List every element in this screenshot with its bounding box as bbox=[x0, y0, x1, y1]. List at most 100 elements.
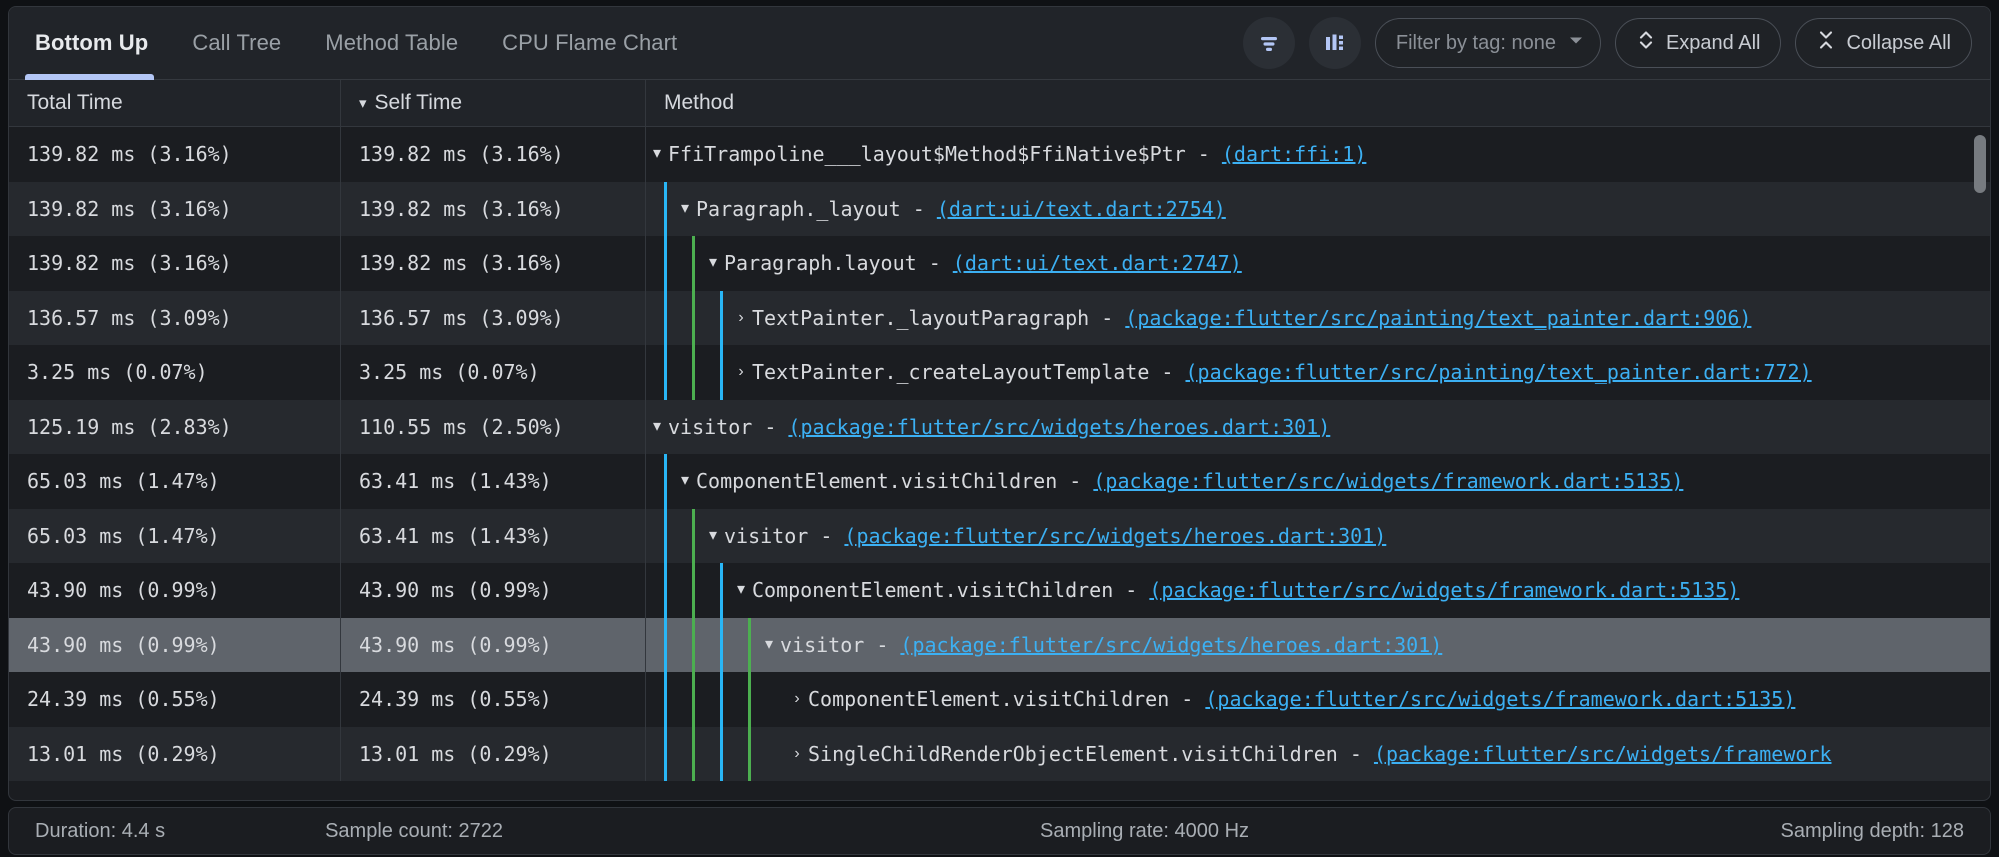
indent-guide-blue bbox=[702, 291, 730, 346]
cell-method: ▾visitor - (package:flutter/src/widgets/… bbox=[646, 400, 1990, 455]
chevron-down-icon[interactable]: ▾ bbox=[646, 419, 668, 435]
chevron-down-icon[interactable]: ▾ bbox=[730, 582, 752, 598]
source-location-link[interactable]: (dart:ui/text.dart:2754) bbox=[937, 197, 1226, 221]
table-row[interactable]: 43.90 ms (0.99%)43.90 ms (0.99%)▾visitor… bbox=[9, 618, 1990, 673]
chart-toggle-button[interactable] bbox=[1309, 17, 1361, 69]
table-row[interactable]: 24.39 ms (0.55%)24.39 ms (0.55%) ›Compone… bbox=[9, 672, 1990, 727]
method-separator: - bbox=[752, 415, 788, 439]
column-header-total-time[interactable]: Total Time bbox=[9, 80, 341, 127]
cell-total-time: 43.90 ms (0.99%) bbox=[9, 563, 341, 618]
method-name: TextPainter._layoutParagraph bbox=[752, 306, 1089, 330]
chevron-right-icon[interactable]: › bbox=[786, 691, 808, 707]
cell-total-time: 3.25 ms (0.07%) bbox=[9, 345, 341, 400]
method-name: ComponentElement.visitChildren bbox=[808, 687, 1169, 711]
toolbar-actions: Filter by tag: none Expand All bbox=[1243, 17, 1990, 69]
source-location-link[interactable]: (package:flutter/src/widgets/framework.d… bbox=[1149, 578, 1739, 602]
filter-by-tag-dropdown[interactable]: Filter by tag: none bbox=[1375, 18, 1601, 68]
filter-icon bbox=[1256, 30, 1282, 56]
column-header-self-time-label: Self Time bbox=[375, 91, 463, 115]
table-row[interactable]: 65.03 ms (1.47%)63.41 ms (1.43%)▾Compone… bbox=[9, 454, 1990, 509]
chevron-down-icon[interactable]: ▾ bbox=[674, 473, 696, 489]
tab-cpu-flame-chart-label: CPU Flame Chart bbox=[502, 30, 677, 56]
source-location-link[interactable]: (package:flutter/src/widgets/framework.d… bbox=[1093, 469, 1683, 493]
indent-guide-blue bbox=[702, 618, 730, 673]
source-location-link[interactable]: (dart:ui/text.dart:2747) bbox=[953, 251, 1242, 275]
source-location-link[interactable]: (package:flutter/src/widgets/heroes.dart… bbox=[900, 633, 1442, 657]
table-row[interactable]: 65.03 ms (1.47%)63.41 ms (1.43%)▾visitor… bbox=[9, 509, 1990, 564]
table-row[interactable]: 125.19 ms (2.83%)110.55 ms (2.50%)▾visit… bbox=[9, 400, 1990, 455]
table-row[interactable]: 139.82 ms (3.16%)139.82 ms (3.16%)▾Parag… bbox=[9, 236, 1990, 291]
indent-guide-blue bbox=[646, 454, 674, 509]
cell-self-time: 139.82 ms (3.16%) bbox=[341, 127, 646, 182]
source-location-link[interactable]: (package:flutter/src/widgets/framework.d… bbox=[1205, 687, 1795, 711]
tab-call-tree[interactable]: Call Tree bbox=[170, 7, 303, 80]
bottom-up-table: Total Time ▾ Self Time Method 139.82 ms … bbox=[9, 80, 1990, 800]
table-row[interactable]: 13.01 ms (0.29%)13.01 ms (0.29%)›SingleC… bbox=[9, 727, 1990, 782]
tab-call-tree-label: Call Tree bbox=[192, 30, 281, 56]
table-row[interactable]: 43.90 ms (0.99%)43.90 ms (0.99%)▾Compone… bbox=[9, 563, 1990, 618]
bar-chart-icon bbox=[1322, 30, 1348, 56]
cell-method: ▾visitor - (package:flutter/src/widgets/… bbox=[646, 509, 1990, 564]
table-header-row: Total Time ▾ Self Time Method bbox=[9, 80, 1990, 127]
cell-self-time: 63.41 ms (1.43%) bbox=[341, 509, 646, 564]
cell-self-time: 24.39 ms (0.55%) bbox=[341, 672, 646, 727]
table-row[interactable]: 136.57 ms (3.09%)136.57 ms (3.09%)›TextP… bbox=[9, 291, 1990, 346]
indent-guide-blue bbox=[702, 727, 730, 782]
chevron-right-icon[interactable]: › bbox=[730, 364, 752, 380]
indent-guide-blue bbox=[646, 345, 674, 400]
indent-guide-green bbox=[730, 618, 758, 673]
cell-method: ›SingleChildRenderObjectElement.visitChi… bbox=[646, 727, 1990, 782]
chevron-down-icon[interactable]: ▾ bbox=[758, 637, 780, 653]
method-name: visitor bbox=[668, 415, 752, 439]
indent-guide-green bbox=[730, 727, 758, 782]
chevron-down-icon bbox=[1566, 30, 1586, 56]
method-name: Paragraph._layout bbox=[696, 197, 901, 221]
vertical-scrollbar-thumb[interactable] bbox=[1974, 135, 1986, 193]
source-location-link[interactable]: (package:flutter/src/painting/text_paint… bbox=[1125, 306, 1751, 330]
collapse-all-button[interactable]: Collapse All bbox=[1795, 18, 1972, 68]
method-separator: - bbox=[901, 197, 937, 221]
expand-all-button[interactable]: Expand All bbox=[1615, 18, 1782, 68]
chevron-down-icon[interactable]: ▾ bbox=[702, 255, 724, 271]
view-tabs: Bottom Up Call Tree Method Table CPU Fla… bbox=[9, 7, 699, 80]
tab-bottom-up[interactable]: Bottom Up bbox=[9, 7, 170, 80]
method-separator: - bbox=[917, 251, 953, 275]
indent-guide-blue bbox=[646, 727, 674, 782]
sort-descending-icon: ▾ bbox=[359, 96, 367, 111]
table-row[interactable]: 3.25 ms (0.07%)3.25 ms (0.07%)›TextPaint… bbox=[9, 345, 1990, 400]
indent-guide-blue bbox=[646, 236, 674, 291]
tab-method-table[interactable]: Method Table bbox=[303, 7, 480, 80]
source-location-link[interactable]: (package:flutter/src/widgets/heroes.dart… bbox=[788, 415, 1330, 439]
column-header-self-time[interactable]: ▾ Self Time bbox=[341, 80, 646, 127]
indent-guide-none bbox=[758, 672, 786, 727]
cell-self-time: 43.90 ms (0.99%) bbox=[341, 563, 646, 618]
source-location-link[interactable]: (package:flutter/src/painting/text_paint… bbox=[1185, 360, 1811, 384]
chevron-down-icon[interactable]: ▾ bbox=[674, 201, 696, 217]
chevron-right-icon[interactable]: › bbox=[786, 746, 808, 762]
cell-self-time: 136.57 ms (3.09%) bbox=[341, 291, 646, 346]
method-name: visitor bbox=[724, 524, 808, 548]
indent-guide-green bbox=[730, 672, 758, 727]
source-location-link[interactable]: (package:flutter/src/widgets/heroes.dart… bbox=[844, 524, 1386, 548]
table-body: 139.82 ms (3.16%)139.82 ms (3.16%)▾FfiTr… bbox=[9, 127, 1990, 800]
chevron-down-icon[interactable]: ▾ bbox=[702, 528, 724, 544]
indent-guides bbox=[646, 672, 786, 727]
table-row[interactable]: 139.82 ms (3.16%)139.82 ms (3.16%)▾Parag… bbox=[9, 182, 1990, 237]
profiler-panel: Bottom Up Call Tree Method Table CPU Fla… bbox=[8, 6, 1991, 801]
filter-button[interactable] bbox=[1243, 17, 1295, 69]
column-header-method-label: Method bbox=[664, 91, 734, 115]
source-location-link[interactable]: (dart:ffi:1) bbox=[1222, 142, 1367, 166]
table-row[interactable]: 139.82 ms (3.16%)139.82 ms (3.16%)▾FfiTr… bbox=[9, 127, 1990, 182]
column-header-method[interactable]: Method bbox=[646, 80, 1990, 127]
cell-total-time: 24.39 ms (0.55%) bbox=[9, 672, 341, 727]
cell-self-time: 3.25 ms (0.07%) bbox=[341, 345, 646, 400]
chevron-right-icon[interactable]: › bbox=[730, 310, 752, 326]
expand-all-label: Expand All bbox=[1666, 33, 1761, 53]
chevron-down-icon[interactable]: ▾ bbox=[646, 146, 668, 162]
tab-cpu-flame-chart[interactable]: CPU Flame Chart bbox=[480, 7, 699, 80]
method-separator: - bbox=[1186, 142, 1222, 166]
indent-guides bbox=[646, 618, 758, 673]
indent-guide-green bbox=[674, 345, 702, 400]
source-location-link[interactable]: (package:flutter/src/widgets/framework bbox=[1374, 742, 1832, 766]
method-separator: - bbox=[864, 633, 900, 657]
